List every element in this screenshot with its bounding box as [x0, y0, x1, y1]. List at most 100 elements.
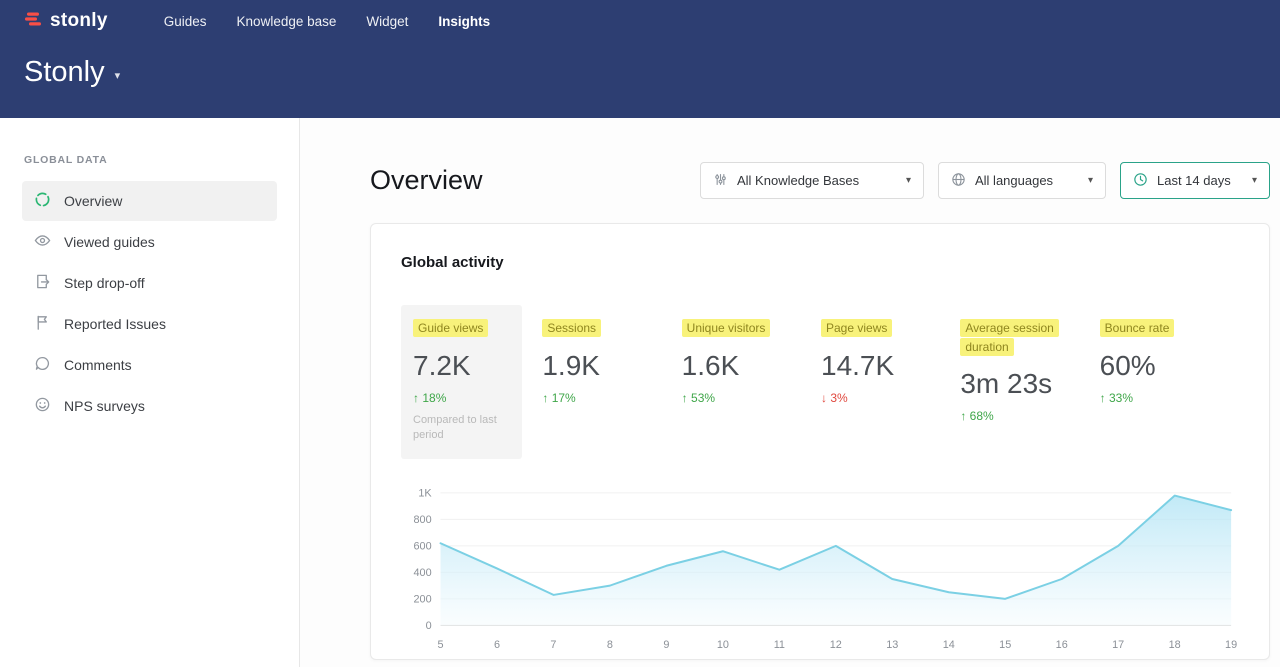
area-chart-svg: 02004006008001K5678910111213141516171819 — [401, 487, 1241, 655]
stonly-logo-icon — [24, 10, 42, 33]
sidebar-item-label: Overview — [64, 193, 122, 209]
global-activity-card: Global activity Guide views 7.2K ↑ 18% C… — [370, 223, 1270, 660]
metric-delta: ↑ 68% — [960, 409, 1099, 423]
svg-text:8: 8 — [607, 639, 613, 651]
metric-label: Bounce rate — [1100, 319, 1175, 337]
date-range-dropdown[interactable]: Last 14 days ▾ — [1120, 162, 1270, 199]
metric-label: Page views — [821, 319, 892, 337]
svg-text:6: 6 — [494, 639, 500, 651]
nav-item-knowledge-base[interactable]: Knowledge base — [237, 14, 337, 29]
activity-chart: 02004006008001K5678910111213141516171819 — [401, 487, 1239, 655]
svg-text:16: 16 — [1056, 639, 1068, 651]
metric-label: Guide views — [413, 319, 488, 337]
eye-icon — [34, 232, 51, 252]
metric-delta: ↑ 33% — [1100, 391, 1239, 405]
globe-icon — [951, 172, 966, 190]
metric-page-views[interactable]: Page views 14.7K ↓ 3% — [821, 305, 960, 405]
sidebar-item-label: NPS surveys — [64, 398, 145, 414]
document-exit-icon — [34, 273, 51, 293]
svg-text:0: 0 — [426, 620, 432, 632]
smiley-icon — [34, 396, 51, 416]
metric-unique-visitors[interactable]: Unique visitors 1.6K ↑ 53% — [682, 305, 821, 405]
svg-text:400: 400 — [414, 567, 432, 579]
clock-icon — [1133, 172, 1148, 190]
top-navigation: stonly Guides Knowledge base Widget Insi… — [0, 0, 1280, 42]
up-arrow-icon: ↑ — [413, 391, 419, 405]
sliders-icon — [713, 172, 728, 190]
chevron-down-icon: ▾ — [1242, 175, 1257, 186]
svg-text:200: 200 — [414, 594, 432, 606]
sidebar-item-label: Comments — [64, 357, 132, 373]
metric-value: 1.6K — [682, 350, 821, 382]
up-arrow-icon: ↑ — [960, 409, 966, 423]
app-header: stonly Guides Knowledge base Widget Insi… — [0, 0, 1280, 118]
nav-item-widget[interactable]: Widget — [366, 14, 408, 29]
svg-text:600: 600 — [414, 541, 432, 553]
svg-text:15: 15 — [999, 639, 1011, 651]
svg-text:1K: 1K — [418, 488, 432, 500]
sidebar: GLOBAL DATA Overview Viewed guides Step … — [0, 118, 300, 667]
filter-label: All Knowledge Bases — [737, 173, 859, 188]
metric-value: 1.9K — [542, 350, 681, 382]
metric-value: 60% — [1100, 350, 1239, 382]
svg-text:7: 7 — [550, 639, 556, 651]
chevron-down-icon: ▾ — [115, 69, 121, 82]
metric-bounce-rate[interactable]: Bounce rate 60% ↑ 33% — [1100, 305, 1239, 405]
down-arrow-icon: ↓ — [821, 391, 827, 405]
metrics-row: Guide views 7.2K ↑ 18% Compared to last … — [401, 305, 1239, 459]
svg-text:18: 18 — [1169, 639, 1181, 651]
knowledge-base-filter-dropdown[interactable]: All Knowledge Bases ▾ — [700, 162, 924, 199]
sidebar-item-overview[interactable]: Overview — [22, 181, 277, 221]
metric-guide-views[interactable]: Guide views 7.2K ↑ 18% Compared to last … — [401, 305, 522, 459]
metric-label: Unique visitors — [682, 319, 771, 337]
flag-icon — [34, 314, 51, 334]
workspace-selector[interactable]: Stonly ▾ — [0, 42, 1280, 89]
up-arrow-icon: ↑ — [1100, 391, 1106, 405]
svg-text:10: 10 — [717, 639, 729, 651]
metric-value: 7.2K — [413, 350, 510, 382]
filter-label: Last 14 days — [1157, 173, 1231, 188]
stonly-logo[interactable]: stonly — [24, 10, 108, 33]
metric-value: 14.7K — [821, 350, 960, 382]
metric-value: 3m 23s — [960, 368, 1099, 400]
svg-text:14: 14 — [943, 639, 955, 651]
metric-sessions[interactable]: Sessions 1.9K ↑ 17% — [542, 305, 681, 405]
card-title: Global activity — [401, 254, 1239, 271]
svg-text:5: 5 — [438, 639, 444, 651]
activity-circle-icon — [34, 191, 51, 211]
metric-label: Sessions — [542, 319, 601, 337]
metric-delta: ↑ 53% — [682, 391, 821, 405]
language-filter-dropdown[interactable]: All languages ▾ — [938, 162, 1106, 199]
up-arrow-icon: ↑ — [682, 391, 688, 405]
up-arrow-icon: ↑ — [542, 391, 548, 405]
sidebar-item-reported-issues[interactable]: Reported Issues — [22, 304, 277, 344]
svg-text:800: 800 — [414, 514, 432, 526]
sidebar-item-viewed-guides[interactable]: Viewed guides — [22, 222, 277, 262]
sidebar-item-label: Reported Issues — [64, 316, 166, 332]
logo-text: stonly — [50, 10, 108, 32]
workspace-title: Stonly — [24, 56, 105, 89]
chevron-down-icon: ▾ — [896, 175, 911, 186]
sidebar-item-comments[interactable]: Comments — [22, 345, 277, 385]
sidebar-item-label: Viewed guides — [64, 234, 155, 250]
filter-bar: All Knowledge Bases ▾ All languages ▾ La… — [700, 162, 1270, 199]
filter-label: All languages — [975, 173, 1053, 188]
comment-bubble-icon — [34, 355, 51, 375]
svg-text:17: 17 — [1112, 639, 1124, 651]
metric-note: Compared to last period — [413, 413, 505, 444]
main-content: Overview All Knowledge Bases ▾ All langu… — [300, 118, 1280, 667]
metric-label: Average session duration — [960, 319, 1059, 356]
metric-delta: ↑ 18% — [413, 391, 510, 405]
metric-delta: ↓ 3% — [821, 391, 960, 405]
svg-text:9: 9 — [663, 639, 669, 651]
chevron-down-icon: ▾ — [1078, 175, 1093, 186]
nav-item-insights[interactable]: Insights — [438, 14, 490, 29]
sidebar-item-nps-surveys[interactable]: NPS surveys — [22, 386, 277, 426]
svg-text:12: 12 — [830, 639, 842, 651]
nav-item-guides[interactable]: Guides — [164, 14, 207, 29]
page-title: Overview — [370, 165, 483, 196]
sidebar-item-label: Step drop-off — [64, 275, 145, 291]
metric-avg-session-duration[interactable]: Average session duration 3m 23s ↑ 68% — [960, 305, 1099, 423]
metric-delta: ↑ 17% — [542, 391, 681, 405]
sidebar-item-step-drop-off[interactable]: Step drop-off — [22, 263, 277, 303]
